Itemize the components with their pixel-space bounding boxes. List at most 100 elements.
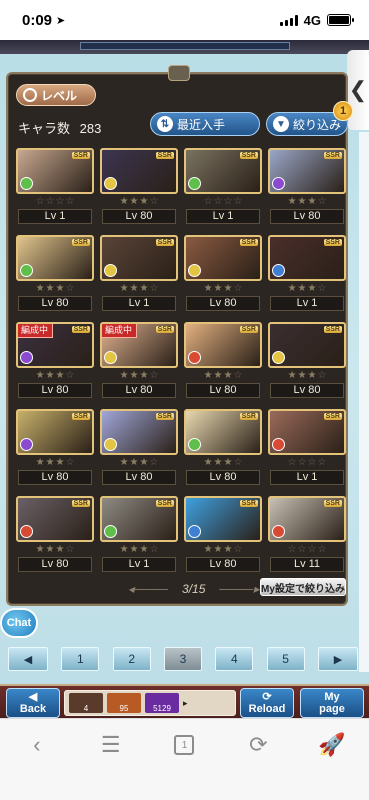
- character-count-value: 283: [79, 121, 102, 136]
- back-button[interactable]: ◀ Back: [6, 688, 60, 718]
- sort-recent-button[interactable]: ⇅ 最近入手: [150, 112, 260, 136]
- mypage-label-2: page: [319, 703, 345, 715]
- quick-thumb-1[interactable]: 4: [69, 693, 103, 713]
- reload-icon: ⟳: [262, 691, 272, 703]
- character-card[interactable]: SSR ★ ★ ★ ☆ Lv 80: [268, 148, 346, 225]
- quick-thumb-2[interactable]: 95: [107, 693, 141, 713]
- star-icon: ★: [139, 283, 149, 294]
- rarity-badge: SSR: [155, 326, 174, 333]
- menu-icon[interactable]: ☰: [94, 731, 128, 759]
- character-card[interactable]: SSR ★ ★ ★ ☆ Lv 80: [184, 322, 262, 399]
- character-card[interactable]: SSR ★ ★ ★ ☆ Lv 80: [184, 496, 262, 573]
- chat-button[interactable]: Chat: [0, 608, 38, 638]
- element-icon: [20, 351, 33, 364]
- character-card[interactable]: SSR ★ ★ ★ ☆ Lv 80: [16, 235, 94, 312]
- star-icon: ☆: [297, 544, 307, 555]
- character-level: Lv 1: [18, 209, 92, 224]
- star-icon: ☆: [317, 196, 327, 207]
- page-button-5[interactable]: 5: [266, 647, 305, 671]
- star-icon: ★: [55, 283, 65, 294]
- back-icon[interactable]: ‹: [20, 731, 54, 759]
- level-sort-button[interactable]: レベル: [16, 84, 96, 106]
- uncap-stars: ☆ ☆ ☆ ☆: [268, 544, 346, 556]
- character-portrait: SSR: [100, 148, 178, 194]
- character-card[interactable]: SSR ★ ★ ★ ☆ Lv 80: [16, 409, 94, 486]
- star-icon: ★: [119, 544, 129, 555]
- star-icon: ★: [203, 370, 213, 381]
- uncap-stars: ☆ ☆ ☆ ☆: [184, 196, 262, 208]
- sort-arrows-icon: ⇅: [157, 116, 173, 132]
- star-icon: ★: [45, 457, 55, 468]
- star-icon: ☆: [149, 196, 159, 207]
- prev-page-button[interactable]: ◀: [8, 647, 48, 671]
- quick-thumb-3[interactable]: 5129: [145, 693, 179, 713]
- network-label: 4G: [303, 12, 321, 28]
- mypage-button[interactable]: My page: [300, 688, 364, 718]
- star-icon: ★: [297, 370, 307, 381]
- star-icon: ★: [297, 196, 307, 207]
- pager-ornament-right: ────▸: [219, 582, 260, 596]
- page-button-3[interactable]: 3: [163, 647, 202, 671]
- refresh-icon[interactable]: ⟳: [241, 731, 275, 759]
- character-card[interactable]: SSR ★ ★ ★ ☆ Lv 80: [100, 148, 178, 225]
- character-card[interactable]: SSR ★ ★ ★ ☆ Lv 80: [184, 409, 262, 486]
- star-icon: ★: [35, 370, 45, 381]
- character-portrait: SSR: [16, 496, 94, 542]
- star-icon: ★: [45, 283, 55, 294]
- page-button-1[interactable]: 1: [61, 647, 100, 671]
- character-level: Lv 80: [186, 557, 260, 572]
- level-sort-label: レベル: [41, 88, 78, 103]
- next-page-button[interactable]: ▶: [317, 647, 358, 671]
- character-portrait: SSR: [184, 409, 262, 455]
- page-button-2[interactable]: 2: [112, 647, 151, 671]
- uncap-stars: ★ ★ ★ ☆: [100, 196, 178, 208]
- character-card[interactable]: SSR ★ ★ ★ ☆ Lv 80: [100, 409, 178, 486]
- side-menu-tab[interactable]: ❮: [347, 50, 369, 130]
- element-icon: [188, 264, 201, 277]
- my-settings-filter-button[interactable]: My設定で絞り込み: [260, 578, 346, 596]
- page-button-4[interactable]: 4: [215, 647, 254, 671]
- star-icon: ★: [307, 370, 317, 381]
- character-card[interactable]: SSR ☆ ☆ ☆ ☆ Lv 1: [184, 148, 262, 225]
- character-portrait: SSR: [184, 322, 262, 368]
- page-indicator: ◂──── 3/15 ────▸: [128, 582, 259, 596]
- star-icon: ★: [55, 457, 65, 468]
- tabs-button[interactable]: 1: [167, 731, 201, 759]
- character-level: Lv 1: [270, 470, 344, 485]
- star-icon: ★: [203, 283, 213, 294]
- top-strip: [0, 40, 369, 54]
- character-level: Lv 1: [186, 209, 260, 224]
- character-card[interactable]: SSR 編成中 ★ ★ ★ ☆ Lv 80: [16, 322, 94, 399]
- uncap-stars: ☆ ☆ ☆ ☆: [268, 457, 346, 469]
- star-icon: ☆: [307, 457, 317, 468]
- reload-button[interactable]: ⟳ Reload: [240, 688, 294, 718]
- star-icon: ☆: [307, 544, 317, 555]
- element-icon: [272, 525, 285, 538]
- character-card[interactable]: SSR ★ ★ ★ ☆ Lv 1: [100, 235, 178, 312]
- rocket-icon[interactable]: 🚀: [315, 731, 349, 759]
- character-card[interactable]: SSR ★ ★ ★ ☆ Lv 80: [16, 496, 94, 573]
- filter-funnel-icon: ▼: [273, 116, 289, 132]
- character-card[interactable]: SSR ★ ★ ★ ☆ Lv 1: [268, 235, 346, 312]
- side-rail: [359, 132, 369, 672]
- status-bar: 0:09 ➤ 4G: [0, 0, 369, 40]
- element-icon: [272, 438, 285, 451]
- character-portrait: SSR: [268, 496, 346, 542]
- character-card[interactable]: SSR 編成中 ★ ★ ★ ☆ Lv 80: [100, 322, 178, 399]
- character-card[interactable]: SSR ★ ★ ★ ☆ Lv 80: [268, 322, 346, 399]
- filter-button[interactable]: ▼ 絞り込み 1: [266, 101, 353, 136]
- character-card[interactable]: SSR ☆ ☆ ☆ ☆ Lv 11: [268, 496, 346, 573]
- character-card[interactable]: SSR ★ ★ ★ ☆ Lv 80: [184, 235, 262, 312]
- chevron-right-icon[interactable]: ▸: [183, 698, 188, 709]
- character-card[interactable]: SSR ☆ ☆ ☆ ☆ Lv 1: [16, 148, 94, 225]
- quick-access-strip[interactable]: 4 95 5129 ▸: [64, 690, 236, 716]
- character-card[interactable]: SSR ☆ ☆ ☆ ☆ Lv 1: [268, 409, 346, 486]
- star-icon: ☆: [55, 196, 65, 207]
- rarity-badge: SSR: [71, 500, 90, 507]
- character-count: キャラ数 283: [18, 118, 101, 137]
- reload-label: Reload: [248, 703, 286, 715]
- game-bottom-bar: ◀ Back 4 95 5129 ▸ ⟳ Reload My page: [0, 684, 369, 718]
- star-icon: ☆: [287, 544, 297, 555]
- game-screen: ❮ レベル キャラ数 283 ⇅ 最近入手 ▼ 絞り込み 1 SSR ☆ ☆ ☆ ☆ Lv…: [0, 40, 369, 718]
- character-card[interactable]: SSR ★ ★ ★ ☆ Lv 1: [100, 496, 178, 573]
